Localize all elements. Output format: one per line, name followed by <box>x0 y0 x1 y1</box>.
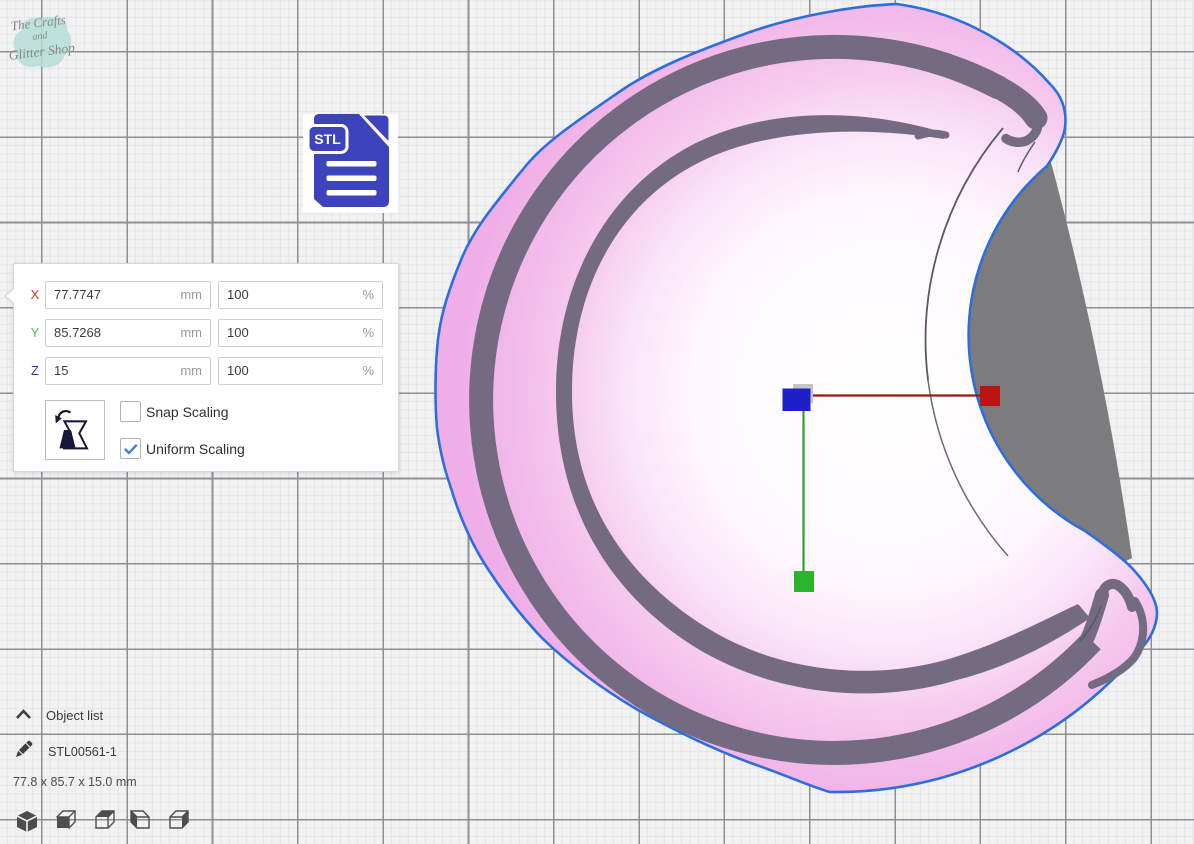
svg-text:STL: STL <box>314 131 341 147</box>
